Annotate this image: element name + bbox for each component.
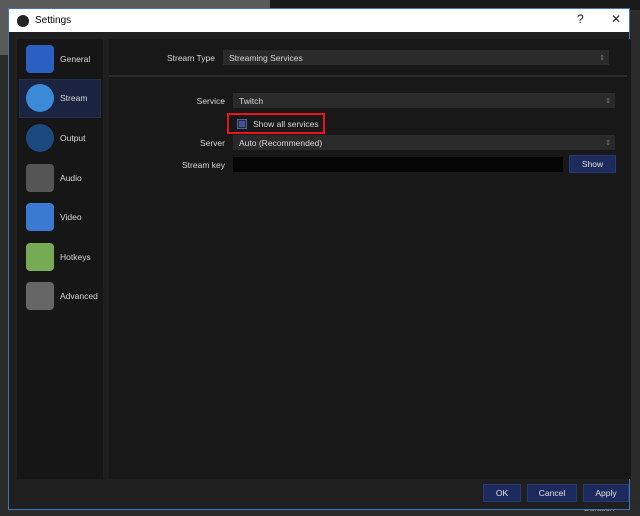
globe-icon <box>26 84 54 113</box>
help-button[interactable]: ? <box>577 12 584 26</box>
ok-button[interactable]: OK <box>483 484 521 502</box>
server-label: Server <box>199 137 225 148</box>
sidebar-item-label: Output <box>60 132 86 143</box>
obs-logo-icon <box>17 14 29 27</box>
sidebar-item-label: Audio <box>60 172 82 183</box>
keyboard-icon <box>26 242 54 271</box>
sidebar-item-hotkeys[interactable]: Hotkeys <box>19 237 101 277</box>
sidebar-item-advanced[interactable]: Advanced <box>19 277 101 317</box>
service-select[interactable]: Twitch ⇕ <box>233 93 615 108</box>
server-select[interactable]: Auto (Recommended) ⇕ <box>233 135 615 150</box>
service-label: Service <box>196 95 225 106</box>
computer-wrench-icon <box>26 44 54 73</box>
monitor-icon <box>26 203 54 232</box>
sidebar-item-label: Hotkeys <box>60 251 91 262</box>
window-title: Settings <box>35 15 72 26</box>
stream-key-label: Stream key <box>182 159 225 170</box>
sidebar-item-label: Stream <box>60 93 88 104</box>
speaker-icon <box>26 163 54 192</box>
sidebar-item-output[interactable]: Output <box>19 118 101 158</box>
stream-type-select[interactable]: Streaming Services ⇕ <box>223 50 609 65</box>
sidebar-item-audio[interactable]: Audio <box>19 158 101 198</box>
chevron-updown-icon: ⇕ <box>605 97 611 105</box>
show-key-button[interactable]: Show <box>569 155 616 173</box>
sidebar-item-video[interactable]: Video <box>19 197 101 237</box>
sidebar-item-label: General <box>60 53 91 64</box>
show-all-services-label: Show all services <box>253 118 319 129</box>
cancel-button[interactable]: Cancel <box>527 484 577 502</box>
settings-sidebar: General Stream Output Audio Video Hotkeys Adva… <box>17 39 103 479</box>
sidebar-item-stream[interactable]: Stream <box>19 78 101 119</box>
antenna-icon <box>26 123 54 152</box>
sidebar-item-general[interactable]: General <box>19 39 101 79</box>
checkbox-icon <box>237 118 247 129</box>
sidebar-item-label: Video <box>60 212 82 223</box>
stream-type-label: Stream Type <box>166 52 215 63</box>
chevron-updown-icon: ⇕ <box>605 139 611 147</box>
divider <box>109 75 627 77</box>
show-all-services-checkbox[interactable]: Show all services <box>227 113 325 134</box>
gears-icon <box>26 282 54 311</box>
settings-dialog: Settings ? ✕ General Stream Output Audio Vid… <box>8 8 631 510</box>
close-button[interactable]: ✕ <box>611 12 621 26</box>
chevron-updown-icon: ⇕ <box>599 54 605 62</box>
sidebar-item-label: Advanced <box>60 291 98 302</box>
title-bar: Settings ? ✕ <box>9 9 629 32</box>
apply-button[interactable]: Apply <box>583 484 629 502</box>
stream-panel: Stream Type Streaming Services ⇕ Service … <box>109 39 631 479</box>
stream-key-input[interactable] <box>233 157 563 172</box>
